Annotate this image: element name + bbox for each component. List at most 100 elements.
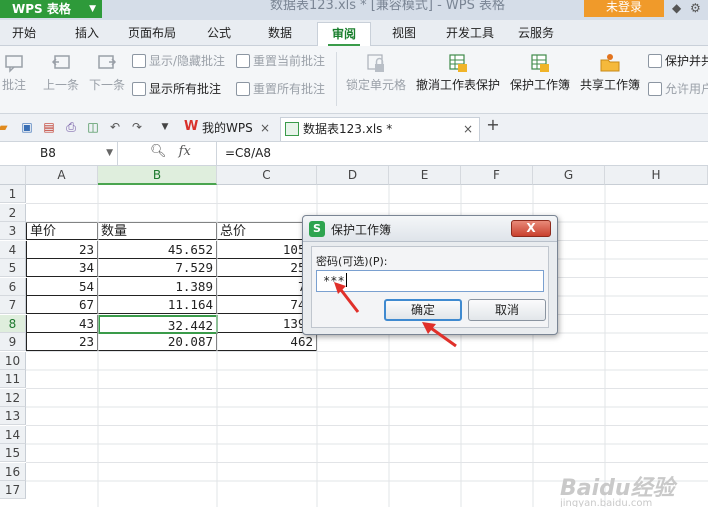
ribbon-divider: [336, 52, 337, 106]
open-icon[interactable]: ▰: [0, 120, 10, 134]
login-button[interactable]: 未登录: [584, 0, 664, 17]
tab-insert[interactable]: 插入: [75, 24, 99, 42]
column-header-d[interactable]: D: [317, 166, 389, 185]
comment-button[interactable]: 批注: [0, 46, 34, 93]
select-all-corner[interactable]: [0, 166, 26, 185]
allow-users-button[interactable]: 允许用户: [648, 80, 708, 98]
protect-share-button[interactable]: 保护并共: [648, 52, 708, 70]
spreadsheet-file-icon: [285, 122, 299, 136]
tab-home[interactable]: 开始: [12, 24, 36, 42]
formula-bar: B8 ▼ 🔍︎ fx =C8/A8: [0, 142, 708, 166]
row-header[interactable]: 10: [0, 351, 26, 370]
tab-data[interactable]: 数据: [268, 24, 292, 42]
export-pdf-icon[interactable]: ▤: [42, 120, 56, 134]
name-box-value: B8: [40, 146, 56, 160]
toggle-comment-button[interactable]: 显示/隐藏批注: [132, 52, 225, 70]
undo-icon[interactable]: ↶: [108, 120, 122, 134]
show-all-comments-button[interactable]: 显示所有批注: [132, 80, 221, 98]
protect-workbook-label: 保护工作簿: [509, 78, 570, 92]
quick-access-bar: ▰ ▣ ▤ ⎙ ◫ ↶ ↷ ▼ W 我的WPS × 数据表123.xls * ×…: [0, 114, 708, 142]
prev-comment-label: 上一条: [42, 78, 79, 92]
tab-view[interactable]: 视图: [392, 24, 416, 42]
protect-workbook-button[interactable]: 保护工作簿: [508, 46, 572, 93]
row-header[interactable]: 12: [0, 388, 26, 407]
dialog-close-button[interactable]: X: [511, 220, 551, 237]
column-header-c[interactable]: C: [217, 166, 317, 185]
row-header[interactable]: 13: [0, 407, 26, 425]
protect-share-icon: [648, 54, 662, 68]
row-header[interactable]: 3: [0, 222, 26, 240]
column-header-b[interactable]: B: [98, 166, 217, 185]
row-header[interactable]: 7: [0, 296, 26, 314]
next-comment-button[interactable]: 下一条: [86, 46, 128, 93]
print-preview-icon[interactable]: ◫: [86, 120, 100, 134]
unprotect-sheet-button[interactable]: 撤消工作表保护: [414, 46, 502, 93]
row-header[interactable]: 2: [0, 203, 26, 222]
row-header[interactable]: 6: [0, 277, 26, 296]
app-menu-label: WPS 表格: [12, 2, 71, 16]
formula-tools: 🔍︎ fx: [150, 144, 191, 159]
cancel-button[interactable]: 取消: [468, 299, 546, 321]
row-header[interactable]: 9: [0, 333, 26, 351]
redo-icon[interactable]: ↷: [130, 120, 144, 134]
password-label: 密码(可选)(P):: [316, 255, 388, 268]
fx-icon[interactable]: fx: [179, 144, 191, 159]
row-header[interactable]: 14: [0, 425, 26, 444]
row-header[interactable]: 17: [0, 481, 26, 499]
tab-developer[interactable]: 开发工具: [446, 24, 494, 42]
column-header-h[interactable]: H: [605, 166, 708, 185]
column-header-a[interactable]: A: [26, 166, 98, 185]
formula-input[interactable]: =C8/A8: [216, 142, 708, 165]
settings-icon[interactable]: ⚙: [690, 0, 701, 16]
tab-page-layout[interactable]: 页面布局: [128, 24, 176, 42]
print-icon[interactable]: ⎙: [64, 120, 78, 134]
lock-cell-button[interactable]: 锁定单元格: [344, 46, 408, 93]
row-header[interactable]: 11: [0, 370, 26, 388]
close-icon[interactable]: ×: [463, 118, 473, 140]
reset-all-comments-button[interactable]: 重置所有批注: [236, 80, 325, 98]
ribbon: 批注 上一条 下一条 显示/隐藏批注 重置当前批注 显示所有批注 重置所有批注 …: [0, 46, 708, 114]
title-bar: WPS 表格 ▼ 数据表123.xls * [兼容模式] - WPS 表格 未登…: [0, 0, 708, 20]
protect-workbook-icon: [531, 54, 549, 72]
row-header[interactable]: 16: [0, 462, 26, 481]
tab-cloud[interactable]: 云服务: [518, 24, 554, 42]
tab-my-wps[interactable]: W 我的WPS ×: [180, 117, 276, 141]
column-header-f[interactable]: F: [461, 166, 533, 185]
close-icon[interactable]: ×: [260, 117, 270, 139]
show-all-comments-label: 显示所有批注: [149, 82, 222, 96]
row-header[interactable]: 8: [0, 314, 26, 333]
tab-review[interactable]: 审阅: [317, 22, 372, 46]
tab-spreadsheet-label: 数据表123.xls *: [303, 122, 393, 136]
column-header-e[interactable]: E: [389, 166, 461, 185]
prev-comment-button[interactable]: 上一条: [40, 46, 82, 93]
annotation-arrow-icon: [422, 322, 457, 348]
lock-cell-icon: [367, 54, 384, 72]
row-header[interactable]: 4: [0, 240, 26, 259]
search-icon[interactable]: 🔍︎: [150, 144, 167, 159]
toggle-comment-label: 显示/隐藏批注: [149, 54, 226, 68]
share-workbook-button[interactable]: 共享工作簿: [578, 46, 642, 93]
share-workbook-icon: [600, 54, 620, 72]
save-icon[interactable]: ▣: [20, 120, 34, 134]
new-tab-icon[interactable]: +: [486, 117, 500, 133]
dialog-title-bar[interactable]: S 保护工作簿 X: [303, 216, 557, 242]
row-header[interactable]: 15: [0, 444, 26, 462]
tab-spreadsheet[interactable]: 数据表123.xls * ×: [280, 117, 480, 141]
protect-share-label: 保护并共: [665, 54, 708, 68]
show-all-comments-icon: [132, 82, 146, 96]
prev-comment-icon: [51, 55, 70, 69]
wps-spreadsheet-icon: S: [309, 221, 325, 237]
reset-comment-button[interactable]: 重置当前批注: [236, 52, 325, 70]
column-header-g[interactable]: G: [533, 166, 605, 185]
customize-dropdown-icon[interactable]: ▼: [158, 120, 172, 134]
dialog-title: 保护工作簿: [331, 223, 392, 237]
skin-icon[interactable]: ◆: [672, 0, 681, 16]
app-menu-button[interactable]: WPS 表格 ▼: [0, 0, 102, 18]
row-header[interactable]: 1: [0, 185, 26, 203]
name-box[interactable]: B8 ▼: [0, 142, 118, 165]
wps-logo-icon: W: [184, 119, 199, 134]
row-header[interactable]: 5: [0, 259, 26, 277]
tab-my-wps-label: 我的WPS: [202, 121, 253, 135]
tab-formulas[interactable]: 公式: [207, 24, 231, 42]
allow-users-label: 允许用户: [665, 82, 708, 96]
